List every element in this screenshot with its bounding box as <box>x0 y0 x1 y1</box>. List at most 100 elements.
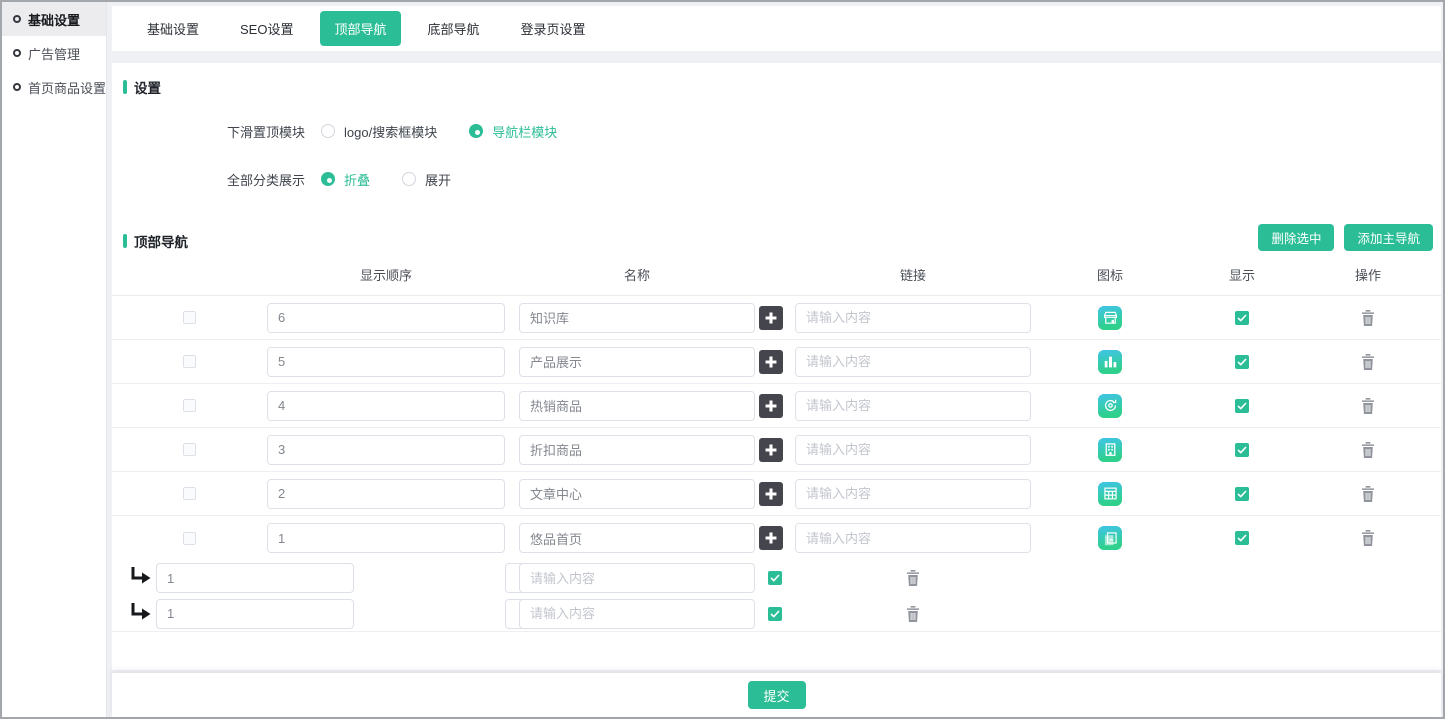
radio-logo-search-module[interactable]: logo/搜索框模块 <box>321 122 437 141</box>
radio-navbar-module[interactable]: 导航栏模块 <box>469 122 557 141</box>
col-display-order: 显示顺序 <box>267 265 505 284</box>
table-row <box>112 384 1441 428</box>
sub-level-arrow-icon <box>129 567 151 589</box>
circle-icon <box>13 49 21 57</box>
visible-checkbox[interactable] <box>768 607 782 621</box>
order-input[interactable] <box>267 347 505 377</box>
sidebar-item-basic-settings[interactable]: 基础设置 <box>2 2 106 36</box>
trash-icon[interactable] <box>1361 486 1375 502</box>
link-input[interactable] <box>795 479 1031 509</box>
link-input[interactable] <box>795 435 1031 465</box>
radio-icon <box>402 172 416 186</box>
radio-label: 展开 <box>425 170 451 189</box>
order-input[interactable] <box>156 563 354 593</box>
visible-checkbox[interactable] <box>1235 531 1249 545</box>
row-select-checkbox[interactable] <box>183 355 196 368</box>
setting-row-sticky-module: 下滑置顶模块 logo/搜索框模块 导航栏模块 <box>227 122 1441 140</box>
link-input[interactable] <box>519 563 755 593</box>
tab-top-nav[interactable]: 顶部导航 <box>320 11 400 46</box>
order-input[interactable] <box>267 435 505 465</box>
order-cell <box>267 523 505 553</box>
trash-icon[interactable] <box>1361 310 1375 326</box>
tab-login-page[interactable]: 登录页设置 <box>507 11 600 46</box>
order-input[interactable] <box>267 391 505 421</box>
radio-expand[interactable]: 展开 <box>402 170 451 189</box>
add-sub-nav-button[interactable] <box>759 438 783 462</box>
col-name: 名称 <box>519 265 755 284</box>
add-sub-nav-button[interactable] <box>759 306 783 330</box>
row-select-checkbox[interactable] <box>183 399 196 412</box>
link-input[interactable] <box>519 599 755 629</box>
link-input[interactable] <box>795 523 1031 553</box>
visible-checkbox[interactable] <box>1235 487 1249 501</box>
link-input[interactable] <box>795 303 1031 333</box>
order-input[interactable] <box>267 479 505 509</box>
visible-checkbox[interactable] <box>768 571 782 585</box>
nav-rows <box>112 296 1441 632</box>
tab-seo-settings[interactable]: SEO设置 <box>226 11 307 46</box>
order-cell <box>267 303 505 333</box>
sync-globe-icon[interactable] <box>1098 394 1122 418</box>
trash-icon[interactable] <box>1361 354 1375 370</box>
link-input[interactable] <box>795 391 1031 421</box>
visible-checkbox[interactable] <box>1235 311 1249 325</box>
col-link: 链接 <box>795 265 1031 284</box>
name-input[interactable] <box>519 479 755 509</box>
trash-icon[interactable] <box>1361 442 1375 458</box>
order-cell <box>267 435 505 465</box>
row-select-checkbox[interactable] <box>183 443 196 456</box>
tab-basic-settings[interactable]: 基础设置 <box>133 11 213 46</box>
visible-checkbox[interactable] <box>1235 399 1249 413</box>
add-main-nav-button[interactable]: 添加主导航 <box>1344 224 1433 251</box>
radio-collapse[interactable]: 折叠 <box>321 170 370 189</box>
pages-icon[interactable] <box>1098 526 1122 550</box>
row-select-checkbox[interactable] <box>183 487 196 500</box>
col-show: 显示 <box>1189 265 1295 284</box>
sidebar-item-home-goods[interactable]: 首页商品设置 <box>2 70 106 104</box>
table-row <box>112 296 1441 340</box>
trash-icon[interactable] <box>1361 398 1375 414</box>
setting-label: 全部分类展示 <box>227 170 305 189</box>
add-sub-nav-button[interactable] <box>759 482 783 506</box>
order-input[interactable] <box>267 523 505 553</box>
table-row <box>112 516 1441 560</box>
radio-label: 折叠 <box>344 170 370 189</box>
order-input[interactable] <box>267 303 505 333</box>
table-row <box>112 340 1441 384</box>
trash-icon[interactable] <box>906 606 920 622</box>
sub-level-arrow-icon <box>129 603 151 625</box>
name-input[interactable] <box>519 523 755 553</box>
building-icon[interactable] <box>1098 438 1122 462</box>
add-sub-nav-button[interactable] <box>759 394 783 418</box>
order-input[interactable] <box>156 599 354 629</box>
name-input[interactable] <box>519 303 755 333</box>
row-select-checkbox[interactable] <box>183 532 196 545</box>
sidebar-item-ad-management[interactable]: 广告管理 <box>2 36 106 70</box>
radio-label: 导航栏模块 <box>492 122 557 141</box>
radio-icon <box>469 124 483 138</box>
order-cell <box>267 479 505 509</box>
add-sub-nav-button[interactable] <box>759 526 783 550</box>
visible-checkbox[interactable] <box>1235 355 1249 369</box>
row-select-checkbox[interactable] <box>183 311 196 324</box>
trash-icon[interactable] <box>906 570 920 586</box>
bar-chart-icon[interactable] <box>1098 350 1122 374</box>
submit-button[interactable]: 提交 <box>748 681 806 709</box>
section-bar <box>123 80 127 94</box>
name-input[interactable] <box>519 391 755 421</box>
trash-icon[interactable] <box>1361 530 1375 546</box>
name-input[interactable] <box>519 347 755 377</box>
table-grid-icon[interactable] <box>1098 482 1122 506</box>
sidebar-item-label: 首页商品设置 <box>28 78 106 97</box>
add-sub-nav-button[interactable] <box>759 350 783 374</box>
link-input[interactable] <box>795 347 1031 377</box>
order-cell <box>267 347 505 377</box>
tab-bottom-nav[interactable]: 底部导航 <box>414 11 494 46</box>
visible-checkbox[interactable] <box>1235 443 1249 457</box>
storefront-icon[interactable] <box>1098 306 1122 330</box>
delete-selected-button[interactable]: 删除选中 <box>1258 224 1334 251</box>
col-action: 操作 <box>1295 265 1441 284</box>
section-title: 设置 <box>134 77 161 97</box>
name-input[interactable] <box>519 435 755 465</box>
order-cell <box>112 599 267 629</box>
